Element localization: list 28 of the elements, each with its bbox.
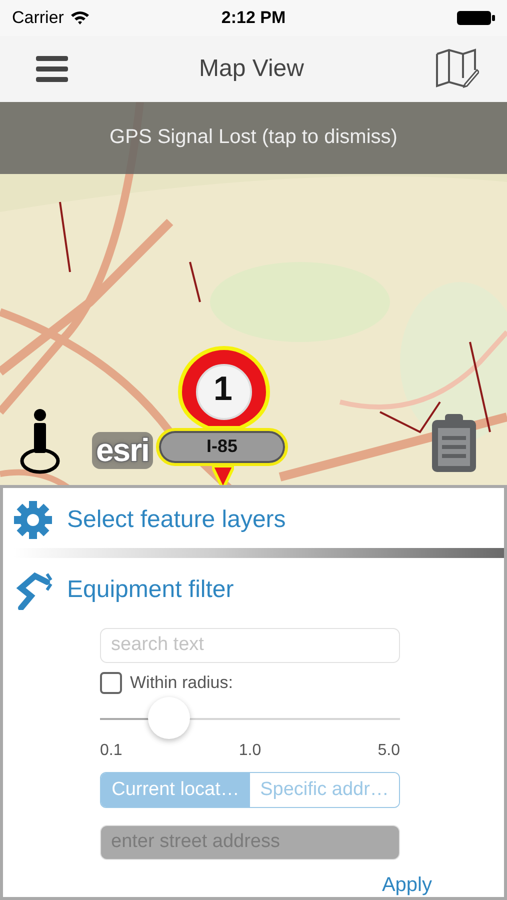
section-title[interactable]: Equipment filter (67, 576, 234, 604)
map-attribution: esri (92, 432, 153, 469)
status-time: 2:12 PM (221, 8, 286, 28)
slider-tick-label: 5.0 (378, 742, 400, 760)
checkbox[interactable] (100, 672, 122, 694)
wifi-icon (70, 10, 90, 26)
gear-icon (13, 500, 53, 540)
menu-icon (36, 56, 68, 82)
clipboard-icon[interactable] (430, 412, 478, 474)
apply-button[interactable]: Apply (382, 874, 432, 897)
gps-banner[interactable]: GPS Signal Lost (tap to dismiss) (0, 102, 507, 174)
pin-pointer-icon (212, 466, 234, 485)
slider-tick-label: 0.1 (100, 742, 122, 760)
map-pin-icon[interactable] (178, 346, 270, 428)
map-pencil-icon (434, 48, 479, 90)
battery-icon (457, 10, 495, 25)
menu-button[interactable] (36, 56, 68, 82)
pin-count: 1 (212, 370, 234, 409)
section-title[interactable]: Select feature layers (67, 506, 286, 534)
carrier-name: Carrier (12, 8, 64, 28)
search-field[interactable]: search text (100, 628, 400, 663)
road-label: I-85 (156, 428, 288, 466)
location-person-icon[interactable] (20, 408, 60, 475)
checkbox-label: Within radius: (130, 672, 233, 693)
nav-title: Map View (199, 54, 304, 83)
map-edit-button[interactable] (434, 48, 479, 90)
slider-thumb[interactable] (148, 696, 190, 739)
slider-tick-label: 1.0 (238, 742, 262, 760)
